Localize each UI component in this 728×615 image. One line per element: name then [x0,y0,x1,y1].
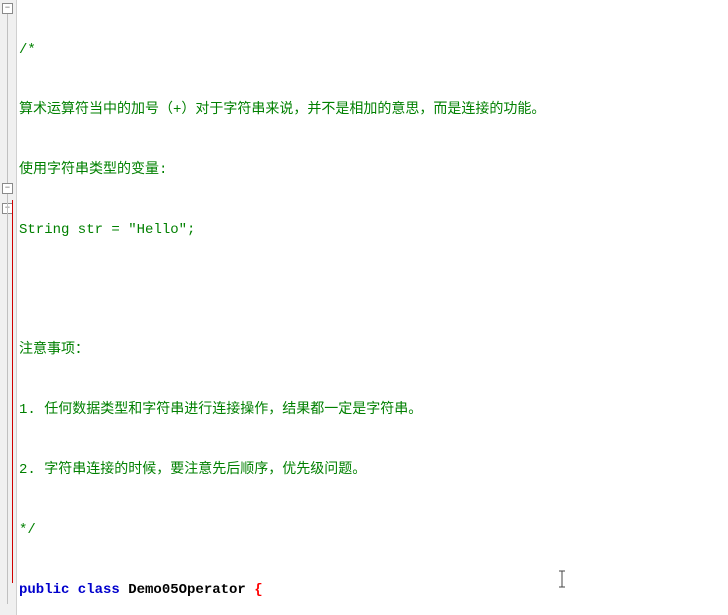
gutter: − − − [0,0,17,615]
blank-line [19,280,726,300]
comment-text: 算术运算符当中的加号（+）对于字符串来说，并不是相加的意思，而是连接的功能。 [19,102,545,118]
comment-text: 使用字符串类型的变量: [19,162,167,178]
code-editor[interactable]: − − − /* 算术运算符当中的加号（+）对于字符串来说，并不是相加的意思，而… [0,0,728,615]
fold-toggle-icon[interactable]: − [2,183,13,194]
comment-text: 注意事项： [19,342,89,358]
comment-text: String str = "Hello"; [19,222,195,238]
comment-text: */ [19,522,36,538]
keyword: public class [19,582,128,598]
comment-text: 1. 任何数据类型和字符串进行连接操作，结果都一定是字符串。 [19,402,422,418]
code-area[interactable]: /* 算术运算符当中的加号（+）对于字符串来说，并不是相加的意思，而是连接的功能… [17,0,728,615]
class-name: Demo05Operator [128,582,254,598]
comment-text: /* [19,42,36,58]
brace: { [254,582,262,598]
fold-toggle-icon[interactable]: − [2,3,13,14]
comment-text: 2. 字符串连接的时候，要注意先后顺序，优先级问题。 [19,462,366,478]
change-marker [12,200,13,583]
fold-guide-line [7,14,8,183]
fold-guide-line [7,194,8,604]
